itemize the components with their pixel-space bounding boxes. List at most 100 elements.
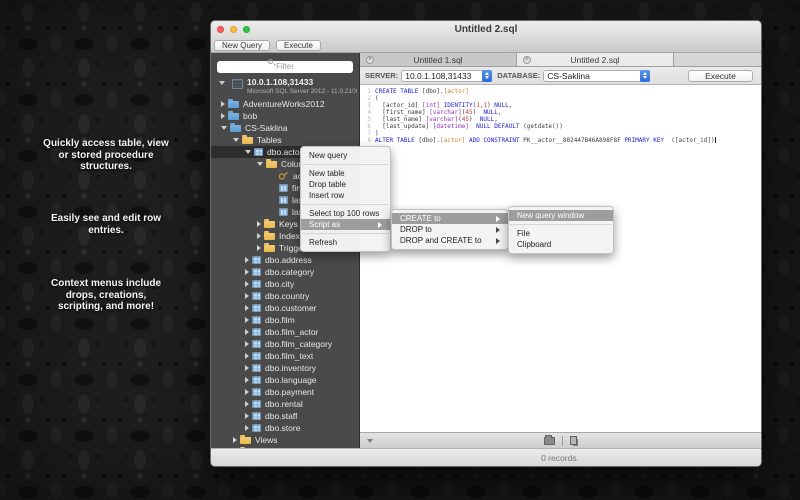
table-icon (252, 388, 261, 396)
disclosure-right-icon[interactable] (221, 113, 225, 119)
tree-item-label: AdventureWorks2012 (243, 99, 325, 109)
tab-untitled-2-sql[interactable]: ×Untitled 2.sql (517, 53, 674, 66)
tree-item-label: dbo.film_actor (265, 327, 318, 337)
tree-item-dbo-inventory[interactable]: dbo.inventory (211, 362, 359, 374)
disclosure-right-icon[interactable] (245, 269, 249, 275)
filter-field-wrap (217, 56, 353, 74)
folder-yellow-icon (264, 233, 275, 240)
disclosure-right-icon[interactable] (245, 413, 249, 419)
disclosure-down-icon[interactable] (221, 126, 227, 130)
tree-item-dbo-payment[interactable]: dbo.payment (211, 386, 359, 398)
execute-query-button[interactable]: Execute (688, 70, 753, 82)
disclosure-down-icon[interactable] (245, 150, 251, 154)
window-titlebar[interactable]: Untitled 2.sql (211, 21, 761, 38)
menu-item-drop-table[interactable]: Drop table (301, 179, 390, 190)
menu-item-refresh[interactable]: Refresh (301, 237, 390, 248)
sql-editor[interactable]: 1CREATE TABLE [dbo].[actor]2(3 [actor_id… (360, 85, 761, 432)
menu-item-create-to[interactable]: CREATE to (392, 213, 508, 224)
disclosure-right-icon[interactable] (245, 389, 249, 395)
copy-icon[interactable] (570, 436, 577, 445)
tree-item-views[interactable]: Views (211, 434, 359, 446)
table-icon (252, 424, 261, 432)
disclosure-right-icon[interactable] (257, 221, 261, 227)
table-icon (252, 412, 261, 420)
tree-item-server[interactable]: 10.0.1.108,31433 Microsoft SQL Server 20… (211, 74, 359, 98)
filter-input[interactable] (217, 61, 353, 73)
disclosure-right-icon[interactable] (245, 305, 249, 311)
tree-item-bob[interactable]: bob (211, 110, 359, 122)
disclosure-right-icon[interactable] (245, 257, 249, 263)
disclosure-down-icon[interactable] (233, 138, 239, 142)
tree-item-dbo-city[interactable]: dbo.city (211, 278, 359, 290)
menu-item-insert-row[interactable]: Insert row (301, 190, 390, 201)
disclosure-right-icon[interactable] (257, 233, 261, 239)
folder-yellow-icon (264, 245, 275, 252)
tree-item-dbo-customer[interactable]: dbo.customer (211, 302, 359, 314)
tree-item-dbo-country[interactable]: dbo.country (211, 290, 359, 302)
line-number: 3 (364, 102, 371, 109)
tree-item-label: dbo.city (265, 279, 294, 289)
tree-item-cs-saklina[interactable]: CS-Saklina (211, 122, 359, 134)
tree-item-dbo-language[interactable]: dbo.language (211, 374, 359, 386)
disclosure-right-icon[interactable] (257, 245, 261, 251)
disclosure-right-icon[interactable] (245, 317, 249, 323)
database-select[interactable]: CS-Saklina (543, 70, 650, 82)
tree-item-dbo-staff[interactable]: dbo.staff (211, 410, 359, 422)
disclosure-down-icon[interactable] (257, 162, 263, 166)
execute-toolbar-button[interactable]: Execute (276, 40, 321, 51)
menu-item-new-query-window[interactable]: New query window (509, 210, 613, 221)
column-icon (279, 196, 288, 204)
disclosure-right-icon[interactable] (245, 353, 249, 359)
code-line: 2( (364, 95, 761, 102)
tree-item-tables[interactable]: Tables (211, 134, 359, 146)
disclosure-right-icon[interactable] (245, 377, 249, 383)
folder-icon[interactable] (544, 437, 555, 445)
database-stepper-icon[interactable] (640, 70, 650, 82)
server-select[interactable]: 10.0.1.108,31433 (401, 70, 492, 82)
server-icon (232, 79, 243, 89)
menu-item-clipboard[interactable]: Clipboard (509, 239, 613, 250)
tree-item-dbo-film-actor[interactable]: dbo.film_actor (211, 326, 359, 338)
disclosure-right-icon[interactable] (245, 341, 249, 347)
tree-item-dbo-store[interactable]: dbo.store (211, 422, 359, 434)
disclosure-right-icon[interactable] (233, 437, 237, 443)
tree-item-dbo-film-category[interactable]: dbo.film_category (211, 338, 359, 350)
disclosure-right-icon[interactable] (221, 101, 225, 107)
disclosure-right-icon[interactable] (245, 293, 249, 299)
menu-item-file[interactable]: File (509, 228, 613, 239)
tab-close-icon[interactable]: × (366, 56, 374, 64)
disclosure-right-icon[interactable] (245, 329, 249, 335)
disclosure-right-icon[interactable] (245, 281, 249, 287)
tab-close-icon[interactable]: × (523, 56, 531, 64)
tree-item-label: Views (255, 435, 278, 445)
menu-item-new-table[interactable]: New table (301, 168, 390, 179)
table-icon (252, 352, 261, 360)
tree-item-dbo-rental[interactable]: dbo.rental (211, 398, 359, 410)
menu-item-select-top-100-rows[interactable]: Select top 100 rows (301, 208, 390, 219)
menu-item-drop-to[interactable]: DROP to (392, 224, 508, 235)
disclosure-down-icon[interactable] (219, 81, 225, 85)
tab-untitled-1-sql[interactable]: ×Untitled 1.sql (360, 53, 517, 66)
disclosure-right-icon[interactable] (245, 401, 249, 407)
tree-item-dbo-category[interactable]: dbo.category (211, 266, 359, 278)
server-name: 10.0.1.108,31433 (247, 78, 357, 87)
filter-funnel-icon[interactable] (367, 439, 373, 443)
menu-item-drop-and-create-to[interactable]: DROP and CREATE to (392, 235, 508, 246)
status-bar: 0 records. (211, 448, 761, 466)
tree-item-dbo-film[interactable]: dbo.film (211, 314, 359, 326)
tree-item-dbo-address[interactable]: dbo.address (211, 254, 359, 266)
disclosure-right-icon[interactable] (245, 425, 249, 431)
server-version: Microsoft SQL Server 2012 - 11.0.2100.60 (247, 87, 357, 96)
menu-item-new-query[interactable]: New query (301, 150, 390, 161)
server-stepper-icon[interactable] (482, 70, 492, 82)
disclosure-right-icon[interactable] (245, 365, 249, 371)
new-query-button[interactable]: New Query (214, 40, 270, 51)
tree-item-label: dbo.film_category (265, 339, 332, 349)
database-select-value: CS-Saklina (544, 71, 641, 81)
tree-item-label: dbo.category (265, 267, 314, 277)
menu-item-script-as[interactable]: Script as (301, 219, 390, 230)
main-split: 10.0.1.108,31433 Microsoft SQL Server 20… (211, 53, 761, 448)
tree-item-adventureworks2012[interactable]: AdventureWorks2012 (211, 98, 359, 110)
context-menu: New query New tableDrop tableInsert row Se… (300, 146, 391, 252)
tree-item-dbo-film-text[interactable]: dbo.film_text (211, 350, 359, 362)
